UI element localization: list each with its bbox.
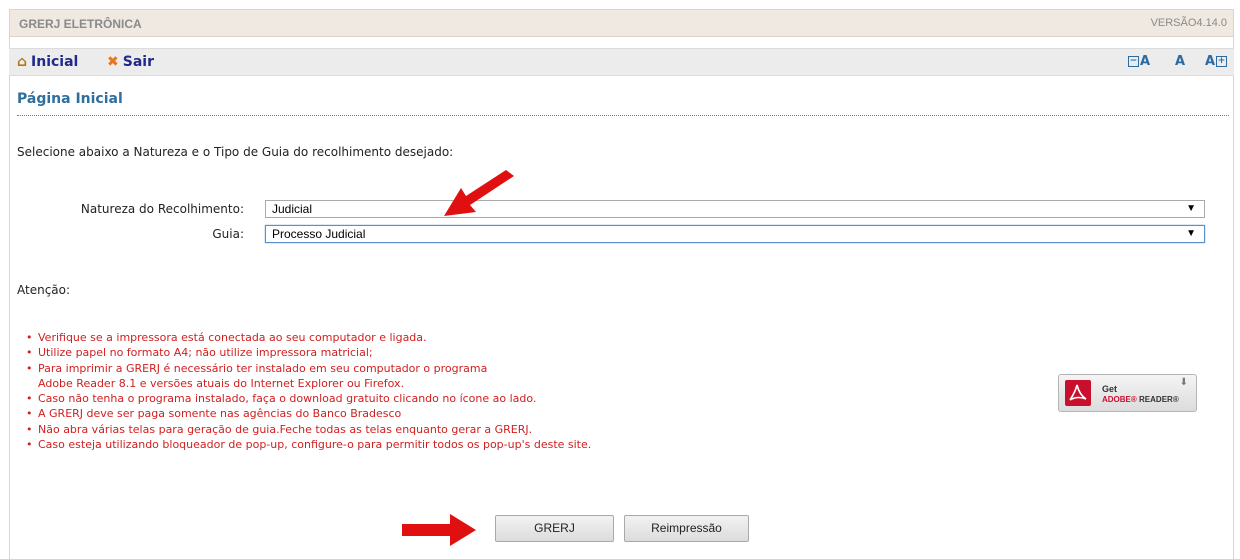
app-header: GRERJ ELETRÔNICA VERSÃO4.14.0: [9, 9, 1234, 37]
adobe-get-label: Get: [1102, 384, 1118, 394]
exit-icon: ✖: [107, 54, 119, 70]
grerj-button[interactable]: GRERJ: [495, 515, 614, 542]
version-label: VERSÃO4.14.0: [1150, 17, 1227, 29]
font-increase-button[interactable]: A +: [1205, 54, 1228, 69]
dropdown-arrow-icon: ▼: [1186, 228, 1196, 239]
page-title: Página Inicial: [17, 91, 123, 107]
download-icon: ⬇: [1179, 377, 1188, 388]
exit-link[interactable]: ✖ Sair: [107, 54, 154, 70]
font-normal-label: A: [1175, 54, 1186, 69]
adobe-reader-icon: [1065, 380, 1091, 406]
dropdown-arrow-icon: ▼: [1186, 203, 1196, 214]
font-increase-label: A: [1205, 54, 1216, 69]
natureza-label: Natureza do Recolhimento:: [80, 202, 244, 216]
guia-select[interactable]: Processo Judicial ▼: [265, 225, 1205, 243]
minus-icon: −: [1128, 56, 1139, 67]
instruction-text: Selecione abaixo a Natureza e o Tipo de …: [17, 145, 454, 159]
natureza-select[interactable]: Judicial ▼: [265, 200, 1205, 218]
page-frame: [9, 9, 1234, 559]
attention-item: • Verifique se a impressora está conectad…: [26, 331, 427, 344]
title-divider: [17, 115, 1229, 116]
get-adobe-reader-button[interactable]: Get ADOBE® READER® ⬇: [1058, 374, 1197, 412]
nav-bar: ⌂ Inicial ✖ Sair − A A A +: [9, 48, 1234, 76]
attention-item: • Não abra várias telas para geração de g…: [26, 422, 533, 436]
font-normal-button[interactable]: A: [1175, 54, 1185, 69]
exit-label: Sair: [122, 54, 154, 70]
adobe-product-label: ADOBE® READER®: [1102, 395, 1179, 404]
home-label: Inicial: [31, 54, 79, 70]
attention-item: • Caso esteja utilizando bloqueador de po…: [26, 438, 592, 452]
app-title: GRERJ ELETRÔNICA: [19, 17, 142, 31]
attention-item: Adobe Reader 8.1 e versões atuais do Int…: [38, 376, 405, 390]
attention-item: • Utilize papel no formato A4; não utiliz…: [26, 346, 373, 360]
attention-item: • Caso não tenha o programa instalado, fa…: [26, 392, 537, 406]
reimpressao-button[interactable]: Reimpressão: [624, 515, 749, 542]
home-link[interactable]: ⌂ Inicial: [17, 54, 78, 70]
attention-list: • Verifique se a impressora está conectad…: [26, 330, 591, 452]
plus-icon: +: [1216, 56, 1228, 67]
attention-heading: Atenção:: [17, 283, 71, 297]
attention-item: • A GRERJ deve ser paga somente nas agênc…: [26, 407, 402, 421]
home-icon: ⌂: [17, 54, 28, 70]
font-decrease-button[interactable]: − A: [1128, 54, 1150, 69]
attention-item: • Para imprimir a GRERJ é necessário ter …: [26, 361, 488, 375]
guia-value: Processo Judicial: [272, 227, 366, 241]
font-decrease-label: A: [1140, 54, 1151, 69]
natureza-value: Judicial: [272, 202, 313, 216]
guia-label: Guia:: [212, 227, 244, 241]
